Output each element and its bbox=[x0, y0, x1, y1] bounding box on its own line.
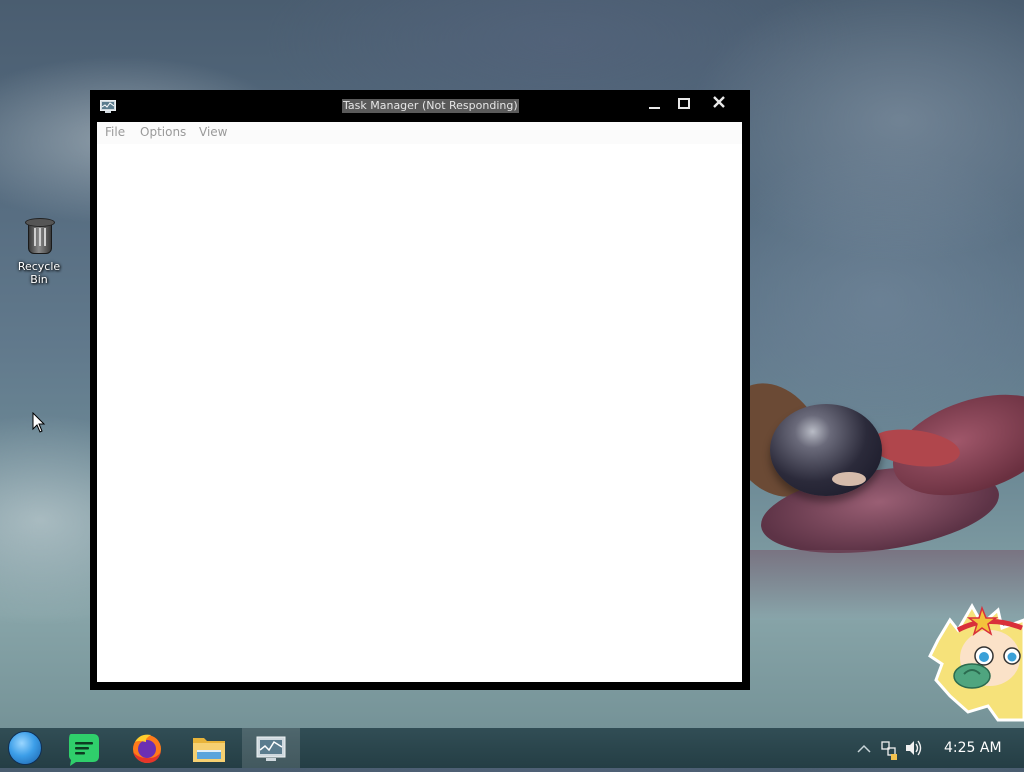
wallpaper-water-drop bbox=[770, 404, 882, 496]
green-notes-app-icon bbox=[69, 734, 99, 766]
taskbar-clock[interactable]: 4:25 AM bbox=[944, 740, 1002, 756]
taskbar: 4:25 AM bbox=[0, 728, 1024, 768]
taskbar-app-notes[interactable] bbox=[56, 728, 114, 768]
network-icon bbox=[881, 741, 897, 760]
taskbar-app-firefox[interactable] bbox=[118, 728, 176, 768]
recycle-bin-icon bbox=[24, 216, 55, 254]
task-manager-window: Task Manager (Not Responding) File Optio… bbox=[90, 90, 750, 690]
window-titlebar[interactable]: Task Manager (Not Responding) bbox=[90, 90, 750, 122]
menu-file[interactable]: File bbox=[105, 125, 125, 139]
volume-tray-button[interactable] bbox=[902, 728, 924, 768]
show-hidden-icons-button[interactable] bbox=[854, 728, 874, 768]
minimize-button[interactable] bbox=[640, 94, 668, 116]
task-manager-icon bbox=[100, 100, 116, 113]
minimize-icon bbox=[649, 107, 660, 109]
network-tray-button[interactable] bbox=[878, 728, 900, 768]
firefox-icon bbox=[133, 734, 161, 763]
close-button[interactable] bbox=[705, 94, 733, 116]
start-button[interactable] bbox=[8, 731, 42, 765]
window-title: Task Manager (Not Responding) bbox=[342, 99, 519, 113]
mouse-pointer-icon bbox=[32, 412, 46, 433]
taskbar-app-task-manager[interactable] bbox=[242, 728, 300, 768]
task-manager-icon bbox=[256, 736, 286, 761]
menu-bar: File Options View bbox=[97, 122, 742, 144]
window-client-area: File Options View bbox=[97, 122, 742, 682]
maximize-button[interactable] bbox=[670, 94, 698, 116]
menu-options[interactable]: Options bbox=[140, 125, 186, 139]
character-sticker bbox=[928, 602, 1024, 722]
taskbar-app-file-explorer[interactable] bbox=[180, 728, 238, 768]
desktop-icon-label: Recycle Bin bbox=[17, 260, 61, 286]
volume-icon bbox=[906, 740, 922, 756]
close-icon bbox=[713, 96, 725, 108]
menu-view[interactable]: View bbox=[199, 125, 227, 139]
maximize-icon bbox=[678, 98, 690, 109]
desktop-icon-recycle-bin[interactable]: Recycle Bin bbox=[8, 216, 70, 286]
file-explorer-icon bbox=[193, 738, 225, 762]
show-hidden-icons-chevron-icon bbox=[857, 744, 871, 753]
